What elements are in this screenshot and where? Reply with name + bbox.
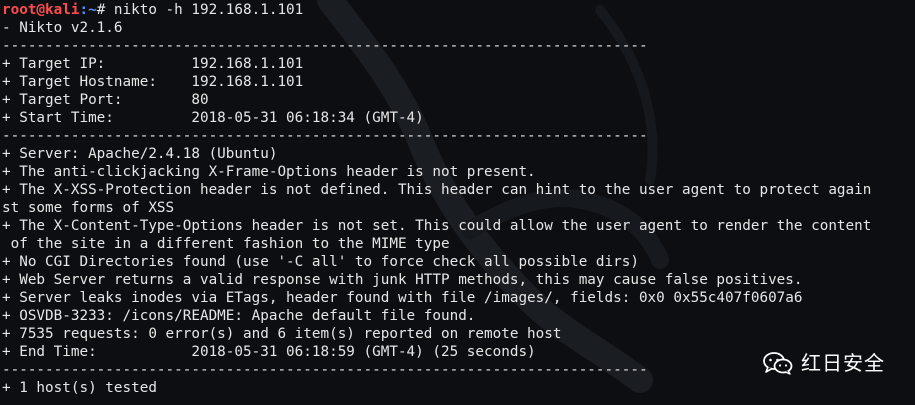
- output-line: + OSVDB-3233: /icons/README: Apache defa…: [2, 308, 476, 324]
- output-line: + The X-Content-Type-Options header is n…: [2, 218, 872, 234]
- output-line: + Server: Apache/2.4.18 (Ubuntu): [2, 146, 278, 162]
- output-line: + Target Hostname: 192.168.1.101: [2, 74, 304, 90]
- output-line: + Target Port: 80: [2, 92, 209, 108]
- prompt-symbol: #: [96, 2, 106, 18]
- output-line: + The anti-clickjacking X-Frame-Options …: [2, 164, 536, 180]
- wechat-icon: [763, 352, 793, 375]
- output-line: + Server leaks inodes via ETags, header …: [2, 290, 803, 306]
- prompt-path: :~: [79, 2, 97, 18]
- output-line: + No CGI Directories found (use '-C all'…: [2, 254, 639, 270]
- output-line: - Nikto v2.1.6: [2, 20, 123, 36]
- output-line: of the site in a different fashion to th…: [2, 236, 450, 252]
- output-line: + Start Time: 2018-05-31 06:18:34 (GMT-4…: [2, 110, 424, 126]
- command-prompt-line: root@kali:~# nikto -h 192.168.1.101: [2, 1, 913, 19]
- watermark: 红日安全: [763, 351, 885, 375]
- command-text: nikto -h 192.168.1.101: [105, 2, 304, 18]
- output-line: + 7535 requests: 0 error(s) and 6 item(s…: [2, 326, 562, 342]
- output-line: + 1 host(s) tested: [2, 380, 157, 396]
- output-line: + Web Server returns a valid response wi…: [2, 272, 803, 288]
- output-line: st some forms of XSS: [2, 200, 175, 216]
- separator-line: ----------------------------------------…: [2, 38, 648, 54]
- terminal-output: root@kali:~# nikto -h 192.168.1.101 - Ni…: [2, 1, 913, 397]
- prompt-user-host: root@kali: [2, 2, 80, 18]
- watermark-text: 红日安全: [801, 351, 885, 375]
- output-line: + The X-XSS-Protection header is not def…: [2, 182, 872, 198]
- output-line: + Target IP: 192.168.1.101: [2, 56, 304, 72]
- separator-line: ----------------------------------------…: [2, 128, 648, 144]
- terminal-window[interactable]: root@kali:~# nikto -h 192.168.1.101 - Ni…: [0, 0, 915, 405]
